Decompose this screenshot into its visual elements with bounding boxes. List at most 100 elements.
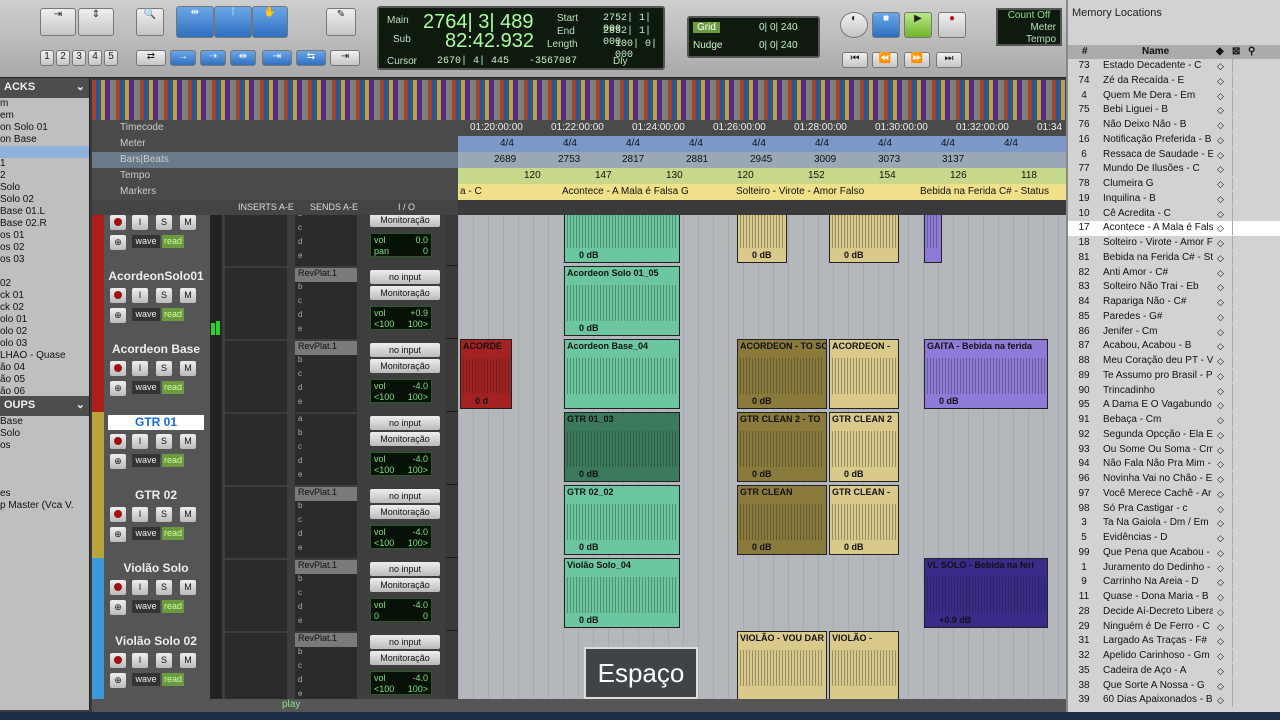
- memory-location-row[interactable]: 32 Apelido Carinhoso - Gm ◇: [1068, 649, 1280, 664]
- track-view-selector[interactable]: wave: [132, 673, 160, 686]
- group-list-item[interactable]: [0, 452, 89, 464]
- send-slot[interactable]: e: [295, 543, 357, 558]
- output-selector[interactable]: Monitoração: [370, 215, 440, 227]
- plus-icon[interactable]: ⊕: [110, 527, 126, 542]
- track-list-item[interactable]: olo 03: [0, 338, 89, 350]
- memory-location-row[interactable]: 18 Solteiro - Virote - Amor F ◇: [1068, 236, 1280, 251]
- input-selector[interactable]: no input: [370, 270, 440, 284]
- edit-mode-slip[interactable]: →: [170, 50, 196, 66]
- track-list-item[interactable]: 2: [0, 170, 89, 182]
- zoom-preset-4[interactable]: 4: [88, 50, 102, 66]
- volume-pan-display[interactable]: vol -4.0 0 0: [370, 598, 432, 622]
- universe-overview[interactable]: [92, 80, 1066, 120]
- selector-tool-button[interactable]: ⁞: [214, 6, 252, 38]
- record-enable-button[interactable]: [110, 215, 126, 230]
- pan-right-value[interactable]: 100>: [408, 538, 428, 548]
- insert-slot[interactable]: [225, 470, 287, 485]
- send-slot[interactable]: e: [295, 397, 357, 412]
- send-slot[interactable]: b: [295, 647, 357, 662]
- input-monitor-button[interactable]: I: [132, 653, 148, 668]
- pan-left-value[interactable]: 0: [374, 611, 379, 621]
- send-slot[interactable]: d: [295, 456, 357, 471]
- volume-value[interactable]: +0.9: [410, 308, 428, 318]
- memory-location-row[interactable]: 76 Não Deixo Não - B ◇: [1068, 118, 1280, 133]
- insert-slot[interactable]: [225, 369, 287, 384]
- volume-value[interactable]: -4.0: [412, 381, 428, 391]
- track-playlist[interactable]: ACORDE 0 d Acordeon Base_04 ACORDEON - TO S…: [458, 339, 1066, 412]
- track-list-item[interactable]: LHÃO - Quase: [0, 350, 89, 362]
- send-slot[interactable]: c: [295, 661, 357, 676]
- track-list-item[interactable]: olo 02: [0, 326, 89, 338]
- record-enable-button[interactable]: [110, 361, 126, 376]
- memory-location-row[interactable]: 28 Decide Aí-Decreto Libera ◇: [1068, 604, 1280, 620]
- mute-button[interactable]: M: [180, 580, 196, 595]
- group-list-item[interactable]: p Master (Vca V.: [0, 500, 89, 512]
- memory-location-row[interactable]: 5 Evidências - D ◇: [1068, 531, 1280, 546]
- memory-location-row[interactable]: 94 Não Fala Não Pra Mim - D ◇: [1068, 457, 1280, 472]
- play-button[interactable]: ▶: [904, 12, 932, 38]
- zoom-preset-3[interactable]: 3: [72, 50, 86, 66]
- track-list-item[interactable]: em: [0, 110, 89, 122]
- chevron-down-icon[interactable]: ⌄: [76, 80, 85, 93]
- memory-location-row[interactable]: 1 Juramento do Dedinho - ◇: [1068, 560, 1280, 576]
- insert-slot[interactable]: [225, 397, 287, 412]
- zoom-waveform-button[interactable]: ⇥: [40, 8, 76, 36]
- pan-left-value[interactable]: <100: [374, 538, 394, 548]
- audio-clip[interactable]: 0 dB: [564, 215, 680, 263]
- insert-slot[interactable]: [225, 251, 287, 266]
- send-slot[interactable]: a: [295, 414, 357, 429]
- insert-slot[interactable]: [225, 355, 287, 370]
- send-slot[interactable]: d: [295, 529, 357, 544]
- track-list-item[interactable]: os 01: [0, 230, 89, 242]
- markers-ruler[interactable]: Markers a - C Acontece - A Mala é Falsa G…: [92, 184, 1066, 200]
- input-monitor-button[interactable]: I: [132, 580, 148, 595]
- send-slot[interactable]: e: [295, 689, 357, 699]
- insert-slot[interactable]: [225, 602, 287, 617]
- send-slot[interactable]: d: [295, 675, 357, 690]
- send-slot[interactable]: e: [295, 251, 357, 266]
- edit-mode-spot[interactable]: ⇢: [200, 50, 226, 66]
- pan-left-value[interactable]: <100: [374, 465, 394, 475]
- automation-mode-selector[interactable]: read: [162, 600, 184, 613]
- volume-value[interactable]: -4.0: [412, 527, 428, 537]
- edit-mode-shuffle[interactable]: ⇄: [136, 50, 166, 66]
- audio-clip[interactable]: ACORDEON -: [829, 339, 899, 409]
- track-name[interactable]: Acordeon Base: [108, 342, 204, 357]
- pan-right-value[interactable]: 0: [423, 246, 428, 256]
- tempo-label[interactable]: Tempo: [1026, 34, 1056, 45]
- volume-pan-display[interactable]: vol 0.0 pan 0: [370, 233, 432, 257]
- input-selector[interactable]: no input: [370, 562, 440, 576]
- memory-location-row[interactable]: 73 Estado Decadente - C ◇: [1068, 59, 1280, 74]
- memory-location-row[interactable]: 99 Que Pena que Acabou - ◇: [1068, 545, 1280, 561]
- input-selector[interactable]: no input: [370, 343, 440, 357]
- volume-pan-display[interactable]: vol +0.9 <100 100>: [370, 306, 432, 330]
- insert-slot[interactable]: [225, 543, 287, 558]
- fast-forward-button[interactable]: ⏩: [904, 52, 930, 68]
- insert-slot[interactable]: [225, 675, 287, 690]
- volume-pan-display[interactable]: vol -4.0 <100 100>: [370, 525, 432, 549]
- mute-button[interactable]: M: [180, 215, 196, 230]
- track-list-item[interactable]: olo 01: [0, 314, 89, 326]
- memory-location-row[interactable]: 35 Cadeira de Aço - A ◇: [1068, 663, 1280, 679]
- memory-location-row[interactable]: 10 Cê Acredita - C ◇: [1068, 206, 1280, 222]
- track-view-selector[interactable]: wave: [132, 235, 160, 248]
- volume-value[interactable]: -4.0: [412, 600, 428, 610]
- automation-mode-selector[interactable]: read: [162, 381, 184, 394]
- track-name[interactable]: Violão Solo 02: [108, 634, 204, 649]
- link-timeline[interactable]: ⇆: [296, 50, 326, 66]
- insert-slot[interactable]: [225, 501, 287, 516]
- track-list-item[interactable]: os 03: [0, 254, 89, 266]
- track-view-selector[interactable]: wave: [132, 527, 160, 540]
- online-button[interactable]: ◐: [840, 12, 868, 38]
- sub-counter-value[interactable]: 82:42.932: [445, 30, 534, 53]
- meter-ruler[interactable]: Meter 4/44/44/44/44/44/44/44/44/44/4: [92, 136, 1081, 152]
- insert-slot[interactable]: [225, 324, 287, 339]
- send-slot[interactable]: RevPlat.1: [295, 633, 357, 648]
- audio-clip[interactable]: Acordeon Solo 01_05 0 dB: [564, 266, 680, 336]
- track-list-item[interactable]: ck 02: [0, 302, 89, 314]
- timecode-ruler[interactable]: Timecode 01:20:00:00 01:22:00:00 01:24:00:…: [92, 120, 1066, 136]
- volume-value[interactable]: -4.0: [412, 673, 428, 683]
- track-list-item[interactable]: ck 01: [0, 290, 89, 302]
- audio-clip[interactable]: ACORDE 0 d: [460, 339, 512, 409]
- track-list-item[interactable]: Solo: [0, 182, 89, 194]
